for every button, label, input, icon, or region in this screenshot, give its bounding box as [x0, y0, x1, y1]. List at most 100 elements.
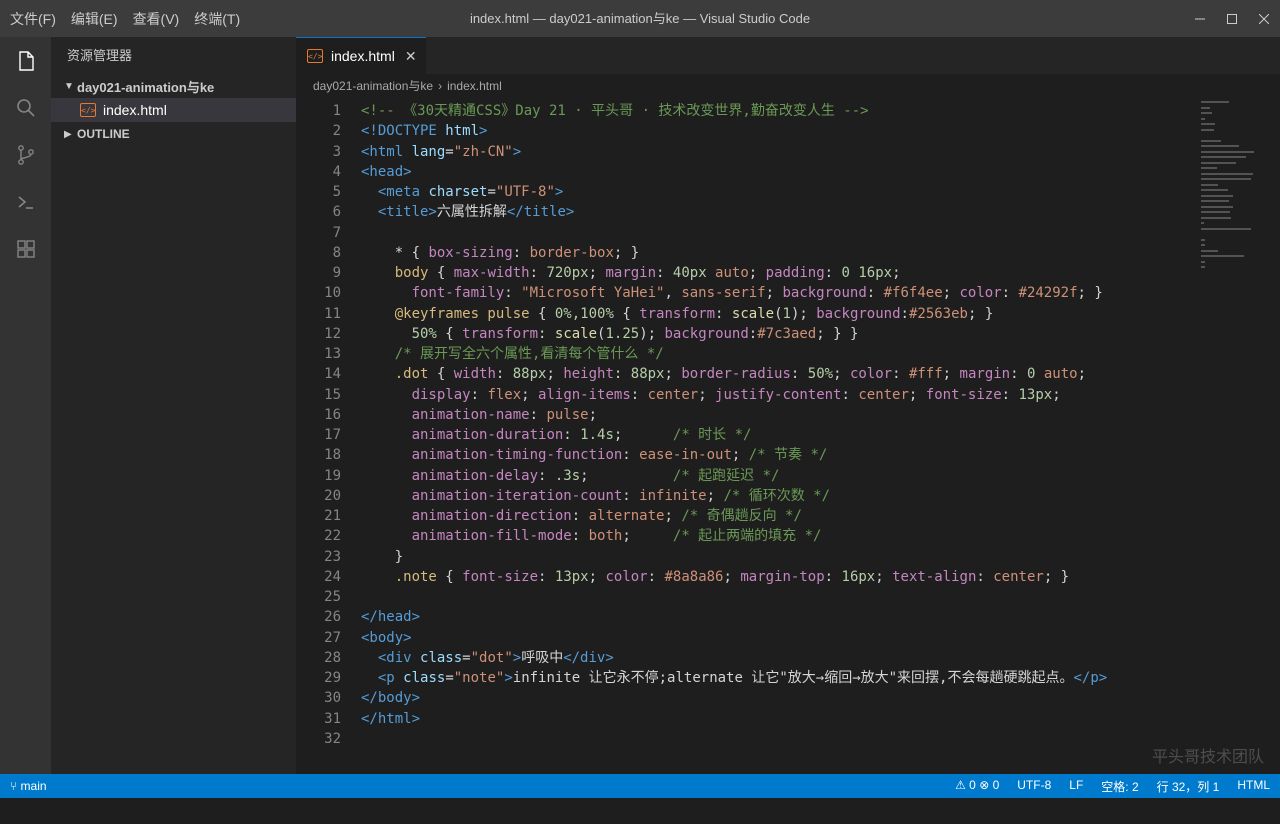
- code-line[interactable]: 30 </body>: [296, 688, 1280, 708]
- close-window-button[interactable]: [1248, 0, 1280, 37]
- code-token: :: [824, 265, 842, 281]
- code-line[interactable]: 2 <!DOCTYPE html>: [296, 121, 1280, 141]
- minimap-line: [1201, 101, 1229, 103]
- code-line[interactable]: 19 animation-delay: .3s; /* 起跑延迟 */: [296, 466, 1280, 486]
- maximize-icon: [1227, 13, 1237, 24]
- outline-row[interactable]: ▶ OUTLINE: [51, 122, 296, 146]
- code-token: .3s: [554, 467, 581, 484]
- code-token: :: [630, 386, 648, 403]
- line-content: @keyframes pulse { 0%,100% { transform: …: [361, 304, 994, 324]
- folder-row[interactable]: ▼ day021-animation与ke: [51, 74, 296, 98]
- code-token: :: [622, 487, 640, 504]
- code-token: ;: [765, 285, 783, 302]
- code-line[interactable]: 23 }: [296, 547, 1280, 567]
- line-content: <!-- 《30天精通CSS》Day 21 · 平头哥 · 技术改变世界,勤奋改…: [361, 101, 869, 121]
- line-content: <body>: [361, 628, 412, 648]
- branch-indicator[interactable]: ⑂ main: [0, 779, 47, 793]
- code-token: font-size: [925, 386, 1002, 403]
- code-line[interactable]: 9 body { max-width: 720px; margin: 40px …: [296, 263, 1280, 283]
- code-line[interactable]: 15 display: flex; align-items: center; j…: [296, 385, 1280, 405]
- minimize-button[interactable]: [1184, 0, 1216, 37]
- line-content: <!DOCTYPE html>: [361, 121, 487, 141]
- source-control-button[interactable]: [0, 131, 51, 178]
- tab-close-icon[interactable]: ✕: [405, 48, 417, 65]
- code-line[interactable]: 1 <!-- 《30天精通CSS》Day 21 · 平头哥 · 技术改变世界,勤奋…: [296, 101, 1280, 121]
- menu-edit[interactable]: 编辑(E): [71, 9, 118, 29]
- cursor-position[interactable]: 行 32，列 1: [1157, 778, 1220, 795]
- code-token: center: [858, 386, 909, 403]
- menu-terminal[interactable]: 终端(T): [194, 9, 240, 29]
- code-line[interactable]: 25: [296, 587, 1280, 607]
- code-line[interactable]: 14 .dot { width: 88px; height: 88px; bor…: [296, 364, 1280, 384]
- code-token: 呼吸中: [521, 649, 564, 666]
- line-number: 13: [324, 346, 341, 362]
- code-line[interactable]: 7: [296, 223, 1280, 243]
- code-line[interactable]: 20 animation-iteration-count: infinite; …: [296, 486, 1280, 506]
- code-line[interactable]: 8 * { box-sizing: border-box; }: [296, 243, 1280, 263]
- code-line[interactable]: 21 animation-direction: alternate; /* 奇偶…: [296, 506, 1280, 526]
- minimap-line: [1201, 117, 1205, 120]
- menu-file[interactable]: 文件(F): [10, 9, 56, 29]
- line-content: animation-timing-function: ease-in-out; …: [361, 445, 828, 465]
- maximize-button[interactable]: [1216, 0, 1248, 37]
- explorer-button[interactable]: [0, 37, 51, 84]
- terminal-button[interactable]: [0, 178, 51, 225]
- code-token: ;: [892, 265, 901, 281]
- code-editor[interactable]: 1 <!-- 《30天精通CSS》Day 21 · 平头哥 · 技术改变世界,勤奋…: [296, 101, 1280, 749]
- code-token: 1: [782, 305, 791, 322]
- menu-view[interactable]: 查看(V): [133, 9, 180, 29]
- code-line[interactable]: 17 animation-duration: 1.4s; /* 时长 */: [296, 425, 1280, 445]
- code-token: =: [445, 670, 454, 686]
- code-line[interactable]: 10 font-family: "Microsoft YaHei", sans-…: [296, 283, 1280, 303]
- code-token: :: [647, 568, 665, 585]
- code-line[interactable]: 26 </head>: [296, 607, 1280, 627]
- code-line[interactable]: 29 <p class="note">infinite 让它永不停;altern…: [296, 668, 1280, 688]
- code-line[interactable]: 12 50% { transform: scale(1.25); backgro…: [296, 324, 1280, 344]
- code-token: ;: [1052, 386, 1061, 403]
- code-line[interactable]: 31 </html>: [296, 709, 1280, 729]
- indent-indicator[interactable]: 空格: 2: [1101, 778, 1138, 795]
- line-number: 20: [324, 487, 341, 504]
- breadcrumb-file[interactable]: index.html: [447, 79, 502, 93]
- code-line[interactable]: 13 /* 展开写全六个属性,看清每个管什么 */: [296, 344, 1280, 364]
- code-line[interactable]: 32: [296, 729, 1280, 749]
- breadcrumb-folder[interactable]: day021-animation与ke: [313, 79, 433, 93]
- language-mode[interactable]: HTML: [1237, 778, 1270, 795]
- code-line[interactable]: 24 .note { font-size: 13px; color: #8a8a…: [296, 567, 1280, 587]
- code-line[interactable]: 6 <title>六属性拆解</title>: [296, 202, 1280, 222]
- code-line[interactable]: 3 <html lang="zh-CN">: [296, 142, 1280, 162]
- code-line[interactable]: 18 animation-timing-function: ease-in-ou…: [296, 445, 1280, 465]
- tab-index-html[interactable]: </> index.html ✕: [296, 37, 426, 74]
- line-number: 23: [324, 548, 341, 565]
- code-line[interactable]: 28 <div class="dot">呼吸中</div>: [296, 648, 1280, 668]
- search-icon: [16, 98, 35, 117]
- encoding-indicator[interactable]: UTF-8: [1017, 778, 1051, 795]
- code-line[interactable]: 4 <head>: [296, 162, 1280, 182]
- file-row-index[interactable]: </> index.html: [51, 98, 296, 122]
- code-line[interactable]: 27 <body>: [296, 628, 1280, 648]
- code-token: :: [976, 568, 994, 585]
- line-number: 21: [324, 508, 341, 524]
- code-line[interactable]: 16 animation-name: pulse;: [296, 405, 1280, 425]
- extensions-button[interactable]: [0, 225, 51, 272]
- code-token: >: [512, 649, 522, 666]
- line-number: 4: [332, 163, 341, 180]
- code-token: <title>: [377, 204, 437, 221]
- code-token: max-width: [453, 265, 530, 281]
- code-line[interactable]: 11 @keyframes pulse { 0%,100% { transfor…: [296, 304, 1280, 324]
- code-token: auto: [1035, 366, 1078, 383]
- search-button[interactable]: [0, 84, 51, 131]
- minimap[interactable]: [1201, 101, 1273, 281]
- eol-indicator[interactable]: LF: [1069, 778, 1083, 795]
- code-token: ;: [748, 265, 766, 281]
- code-token: :: [790, 366, 808, 383]
- code-line[interactable]: 5 <meta charset="UTF-8">: [296, 182, 1280, 202]
- code-token: text-align: [892, 568, 977, 585]
- minimap-line: [1201, 216, 1231, 219]
- code-token: "UTF-8": [495, 184, 555, 200]
- code-token: );: [639, 325, 665, 342]
- code-line[interactable]: 22 animation-fill-mode: both; /* 起止两端的填充…: [296, 526, 1280, 546]
- problems-indicator[interactable]: ⚠ 0 ⊗ 0: [955, 778, 999, 795]
- code-token: 16px: [841, 568, 876, 585]
